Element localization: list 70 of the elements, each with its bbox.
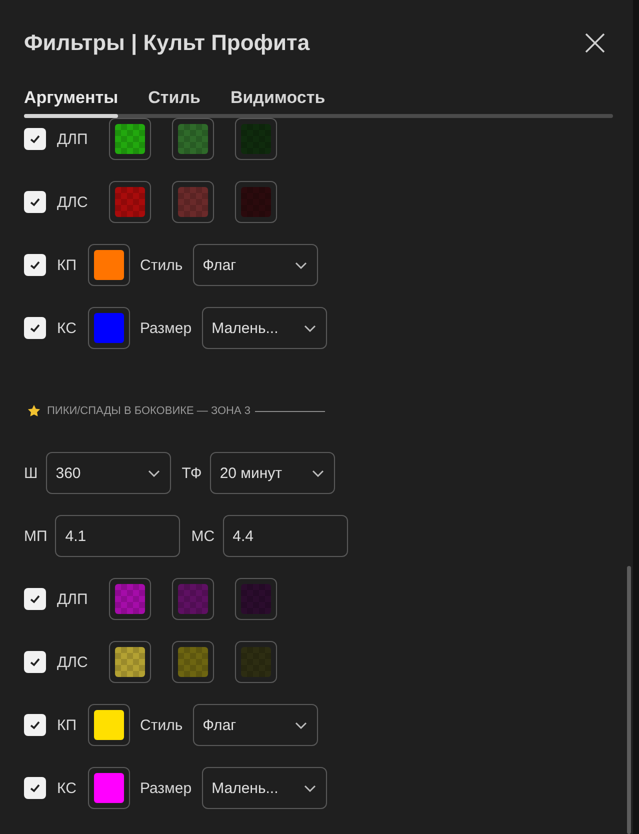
color-swatch[interactable] xyxy=(88,307,130,349)
tab[interactable]: Видимость xyxy=(230,88,326,114)
tab[interactable]: Аргументы xyxy=(24,88,118,114)
row-label: ДЛС xyxy=(57,194,89,210)
star-icon xyxy=(27,404,41,418)
checkmark-icon xyxy=(29,259,41,271)
dropdown[interactable]: 20 минут xyxy=(210,452,335,494)
checkbox[interactable] xyxy=(24,317,46,339)
checkmark-icon xyxy=(29,593,41,605)
field-label: Ш xyxy=(24,464,38,482)
color-swatch[interactable] xyxy=(235,641,277,683)
input-field[interactable]: 4.1 xyxy=(55,515,180,557)
tab[interactable]: Стиль xyxy=(148,88,200,114)
chevron-icon xyxy=(148,470,160,476)
checkmark-icon xyxy=(29,196,41,208)
dialog-title: Фильтры | Культ Профита xyxy=(24,30,310,56)
chevron-icon xyxy=(304,324,316,332)
color-swatch[interactable] xyxy=(172,578,214,620)
field-label: МП xyxy=(24,528,48,544)
color-swatch[interactable] xyxy=(88,244,130,286)
chevron-icon xyxy=(304,784,316,792)
color-swatch[interactable] xyxy=(172,641,214,683)
row-label: ДЛС xyxy=(57,654,89,670)
row-label: ДЛП xyxy=(57,130,89,148)
close-icon[interactable] xyxy=(584,32,606,54)
color-swatch[interactable] xyxy=(109,578,151,620)
chevron-icon xyxy=(294,262,307,268)
field-label: МС xyxy=(191,528,215,544)
checkbox[interactable] xyxy=(24,254,46,276)
checkbox[interactable] xyxy=(24,714,46,736)
checkmark-icon xyxy=(29,322,41,334)
color-swatch[interactable] xyxy=(88,767,130,809)
row-label: КС xyxy=(57,780,78,796)
dropdown[interactable]: Малень... xyxy=(202,767,327,809)
color-swatch[interactable] xyxy=(109,118,151,160)
option-label: Стиль xyxy=(140,256,183,274)
checkbox[interactable] xyxy=(24,588,46,610)
row-label: КС xyxy=(57,320,78,336)
checkbox[interactable] xyxy=(24,191,46,213)
row-label: КП xyxy=(57,716,78,734)
color-swatch[interactable] xyxy=(235,181,277,223)
dropdown[interactable]: 360 xyxy=(46,452,171,494)
checkmark-icon xyxy=(29,133,41,145)
dropdown[interactable]: Флаг xyxy=(192,244,318,286)
color-swatch[interactable] xyxy=(109,181,151,223)
checkmark-icon xyxy=(29,782,41,794)
dropdown[interactable]: Малень... xyxy=(202,307,327,349)
scrollbar[interactable] xyxy=(627,566,631,834)
checkmark-icon xyxy=(29,719,41,731)
checkmark-icon xyxy=(29,656,41,668)
color-swatch[interactable] xyxy=(235,578,277,620)
color-swatch[interactable] xyxy=(172,118,214,160)
checkbox[interactable] xyxy=(24,777,46,799)
field-label: ТФ xyxy=(182,464,202,482)
section-heading: ПИКИ/СПАДЫ В БОКОВИКЕ — ЗОНА 3 xyxy=(47,405,250,417)
color-swatch[interactable] xyxy=(172,181,214,223)
color-swatch[interactable] xyxy=(88,704,130,746)
checkbox[interactable] xyxy=(24,651,46,673)
color-swatch[interactable] xyxy=(235,118,277,160)
color-swatch[interactable] xyxy=(109,641,151,683)
option-label: Размер xyxy=(140,320,192,336)
chevron-icon xyxy=(312,470,324,476)
input-field[interactable]: 4.4 xyxy=(222,515,348,557)
chevron-icon xyxy=(294,722,307,728)
option-label: Размер xyxy=(140,780,192,796)
row-label: ДЛП xyxy=(57,590,89,608)
checkbox[interactable] xyxy=(24,128,46,150)
dropdown[interactable]: Флаг xyxy=(192,704,318,746)
option-label: Стиль xyxy=(140,716,183,734)
row-label: КП xyxy=(57,256,78,274)
